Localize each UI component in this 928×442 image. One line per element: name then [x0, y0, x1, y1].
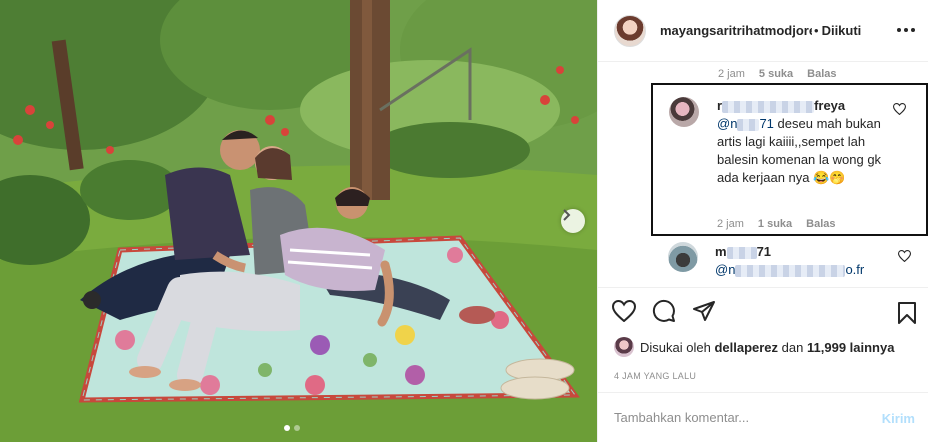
next-comment-mention[interactable]: @n o.fr [715, 262, 864, 277]
chevron-right-icon [563, 209, 571, 221]
heart-icon [612, 299, 636, 322]
likes-prefix: Disukai oleh [640, 339, 711, 355]
next-comment-text-block: m 71 @n o.fr [715, 243, 895, 279]
add-comment-section: Kirim [598, 392, 928, 442]
like-button[interactable] [612, 299, 636, 322]
follow-status-button[interactable]: Diikuti [822, 23, 862, 38]
reply-text-block: r freya @n 71 deseu mah bukan artis lagi k… [717, 97, 897, 187]
comments-list[interactable]: 2 jam 5 suka Balas r freya @n 71 deseu mah… [598, 62, 928, 286]
carousel-dot [284, 425, 290, 431]
post-photo[interactable] [0, 0, 597, 442]
likes-joiner: dan [781, 339, 804, 355]
post-timestamp[interactable]: 4 JAM YANG LALU [614, 371, 696, 381]
reply-button[interactable]: Balas [807, 68, 836, 80]
carousel-dot [294, 425, 300, 431]
more-horizontal-icon[interactable] [897, 28, 915, 32]
comment-likes[interactable]: 1 suka [758, 218, 792, 230]
likes-summary[interactable]: Disukai oleh dellaperez dan 11,999 lainn… [614, 337, 894, 357]
comment-time: 2 jam [717, 218, 744, 230]
redacted-text [722, 100, 815, 113]
comment-time: 2 jam [718, 68, 745, 80]
reply-meta: 2 jam 1 suka Balas [717, 218, 836, 230]
reply-mention[interactable]: @n 71 [717, 116, 774, 131]
reply-button[interactable]: Balas [806, 218, 835, 230]
redacted-text [726, 246, 757, 259]
post-comment-button[interactable]: Kirim [882, 411, 915, 426]
comment-input[interactable] [614, 410, 864, 425]
comment-button[interactable] [652, 299, 676, 323]
post-side-panel: mayangsaritrihatmodjore... • Diikuti 2 j… [597, 0, 928, 442]
comment-likes[interactable]: 5 suka [759, 68, 793, 80]
next-comment-avatar[interactable] [668, 242, 698, 272]
paper-plane-icon [693, 300, 715, 321]
reply-username[interactable]: r freya [717, 98, 845, 113]
reply-avatar[interactable] [669, 97, 699, 127]
redacted-text [735, 264, 846, 277]
liker-avatar [614, 337, 634, 357]
likes-count[interactable]: 11,999 lainnya [807, 340, 894, 355]
separator-dot: • [814, 23, 819, 38]
carousel-indicator [284, 425, 300, 431]
carousel-next-button[interactable] [561, 209, 585, 233]
photo-illustration [0, 0, 597, 442]
bookmark-icon[interactable] [897, 301, 917, 325]
share-button[interactable] [692, 300, 716, 322]
redacted-text [737, 118, 760, 131]
author-username[interactable]: mayangsaritrihatmodjore... [660, 23, 812, 38]
highlighted-reply: r freya @n 71 deseu mah bukan artis lagi k… [651, 83, 928, 236]
post-actions [598, 287, 928, 333]
next-comment-username[interactable]: m 71 [715, 244, 771, 259]
comment-bubble-icon [652, 299, 675, 322]
post-header: mayangsaritrihatmodjore... • Diikuti [598, 0, 928, 62]
previous-comment-meta: 2 jam 5 suka Balas [718, 68, 837, 80]
liker-username[interactable]: dellaperez [714, 340, 778, 355]
author-avatar[interactable] [614, 14, 646, 47]
comment-heart-icon[interactable] [898, 250, 911, 262]
comment-heart-icon[interactable] [893, 103, 906, 115]
